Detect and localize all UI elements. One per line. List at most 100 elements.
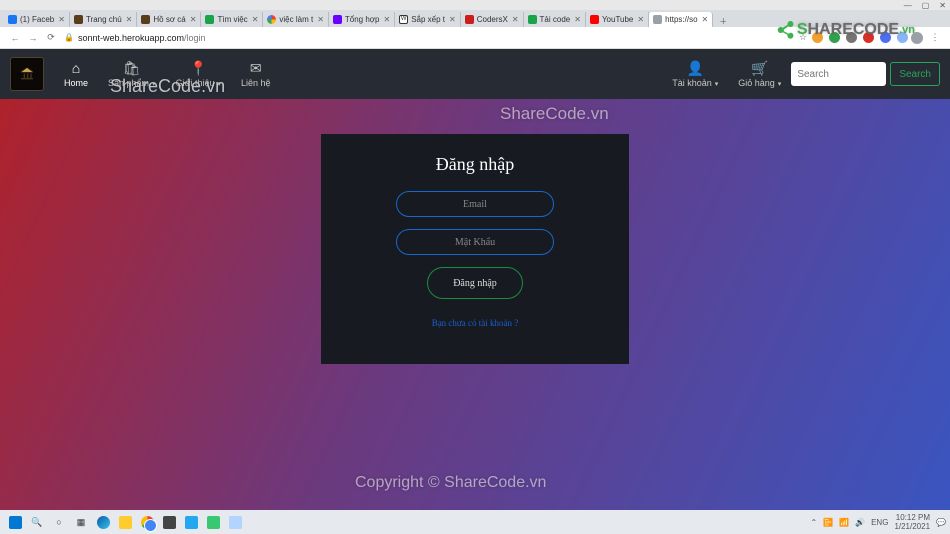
window-max-button[interactable]: ▢	[922, 1, 930, 10]
taskbar-app-unknown[interactable]	[204, 513, 222, 531]
signup-link[interactable]: Bạn chưa có tài khoản ?	[432, 318, 519, 328]
extension-icon[interactable]	[897, 32, 908, 43]
browser-tab[interactable]: Tổng hợp ✕	[329, 12, 395, 27]
tray-power-icon[interactable]: 📴	[823, 518, 833, 527]
browser-tab[interactable]: https://so ✕	[649, 12, 713, 27]
chevron-down-icon: ▾	[217, 81, 221, 88]
site-logo[interactable]	[10, 57, 44, 91]
nav-item-sản phẩm[interactable]: 🛍Sản phẩm▾	[108, 61, 156, 88]
taskbar-app-edge[interactable]	[94, 513, 112, 531]
extension-icon[interactable]	[880, 32, 891, 43]
nav-cart[interactable]: 🛒 Giỏ hàng▾	[738, 61, 781, 88]
tab-close-icon[interactable]: ✕	[702, 15, 709, 24]
tab-favicon: W	[399, 15, 408, 24]
nav-label: Liên hệ	[241, 78, 271, 88]
browser-tab[interactable]: Trang chú ✕	[70, 12, 137, 27]
tab-close-icon[interactable]: ✕	[190, 15, 197, 24]
tab-favicon	[333, 15, 342, 24]
tray-network-icon[interactable]: 📶	[839, 518, 849, 527]
url-host: sonnt-web.herokuapp.com	[78, 33, 184, 43]
tray-chevron-icon[interactable]: ⌃	[810, 518, 817, 527]
nav-icon: ⌂	[72, 61, 80, 76]
site-navbar: ⌂ Home 🛍Sản phẩm▾ 📍 Giới thiệu▾ ✉Liên hệ 👤 Tà…	[0, 49, 950, 99]
cortana-icon[interactable]: ○	[50, 513, 68, 531]
tab-label: Tìm việc	[217, 15, 247, 24]
windows-taskbar: 🔍 ○ ▦ ⌃ 📴 📶 🔊 ENG 10:12 PM 1/21/2021 💬	[0, 510, 950, 534]
tab-close-icon[interactable]: ✕	[252, 15, 259, 24]
taskbar-search-icon[interactable]: 🔍	[28, 513, 46, 531]
nav-reload-button[interactable]: ⟳	[45, 32, 57, 43]
tab-close-icon[interactable]: ✕	[574, 15, 581, 24]
window-close-button[interactable]: ✕	[939, 1, 946, 10]
browser-tab[interactable]: Tìm việc ✕	[201, 12, 263, 27]
notifications-icon[interactable]: 💬	[936, 518, 946, 527]
taskbar-app-unknown[interactable]	[226, 513, 244, 531]
extension-icon[interactable]	[846, 32, 857, 43]
cart-icon: 🛒	[751, 61, 768, 76]
window-min-button[interactable]: —	[904, 1, 912, 10]
tab-close-icon[interactable]: ✕	[126, 15, 133, 24]
extension-icon[interactable]	[812, 32, 823, 43]
search-button[interactable]: Search	[890, 62, 940, 86]
tab-label: Tổng hợp	[345, 15, 380, 24]
task-view-icon[interactable]: ▦	[72, 513, 90, 531]
tab-label: Sắp xếp t	[411, 15, 445, 24]
chevron-down-icon: ▾	[715, 81, 719, 88]
nav-back-button[interactable]: ←	[9, 33, 21, 43]
window-title-bar: — ▢ ✕	[0, 0, 950, 10]
search-form: Search	[791, 62, 940, 86]
search-input[interactable]	[791, 62, 886, 86]
watermark-text: ShareCode.vn	[500, 104, 609, 124]
address-bar[interactable]: sonnt-web.herokuapp.com/login	[78, 33, 794, 43]
nav-item-liên hệ[interactable]: ✉Liên hệ	[241, 61, 271, 88]
tab-close-icon[interactable]: ✕	[512, 15, 519, 24]
nav-item-giới thiệu[interactable]: 📍 Giới thiệu▾	[176, 61, 221, 88]
tab-close-icon[interactable]: ✕	[449, 15, 456, 24]
password-field[interactable]	[396, 229, 554, 255]
tab-label: CodersX	[477, 15, 508, 24]
extension-icon[interactable]	[863, 32, 874, 43]
profile-avatar[interactable]	[911, 32, 923, 44]
page-viewport: SHARECODE.vn ⌂Home🛍Sản phẩm▾📍Giới thiệu▾…	[0, 49, 950, 510]
tab-favicon	[653, 15, 662, 24]
browser-tab[interactable]: Tải code✕	[524, 12, 586, 27]
start-button[interactable]	[6, 513, 24, 531]
browser-tab[interactable]: việc làm t✕	[263, 12, 329, 27]
nav-label: Giới thiệu▾	[176, 78, 221, 88]
taskbar-app-explorer[interactable]	[116, 513, 134, 531]
tab-favicon	[465, 15, 474, 24]
nav-item-home[interactable]: ⌂ Home	[64, 61, 88, 88]
new-tab-button[interactable]: ＋	[713, 16, 733, 27]
taskbar-clock[interactable]: 10:12 PM 1/21/2021	[894, 513, 930, 531]
chevron-down-icon: ▾	[778, 81, 782, 88]
tray-language[interactable]: ENG	[871, 518, 888, 527]
extension-icon[interactable]	[829, 32, 840, 43]
taskbar-app-vscode[interactable]	[182, 513, 200, 531]
login-submit-button[interactable]: Đăng nhập	[427, 267, 523, 299]
tab-close-icon[interactable]: ✕	[384, 15, 391, 24]
taskbar-app-chrome[interactable]	[138, 513, 156, 531]
chrome-menu-button[interactable]: ⋮	[929, 32, 941, 43]
browser-tab[interactable]: WSắp xếp t ✕	[395, 12, 461, 27]
watermark-copyright: Copyright © ShareCode.vn	[355, 474, 546, 492]
browser-tab[interactable]: (1) Faceb✕	[4, 12, 70, 27]
browser-tab[interactable]: YouTube✕	[586, 12, 649, 27]
nav-label: Home	[64, 78, 88, 88]
tab-close-icon[interactable]: ✕	[317, 15, 324, 24]
tray-volume-icon[interactable]: 🔊	[855, 518, 865, 527]
bookmark-star-icon[interactable]: ☆	[797, 32, 809, 43]
nav-icon: 📍	[190, 61, 207, 76]
tab-favicon	[205, 15, 214, 24]
nav-forward-button[interactable]: →	[27, 33, 39, 43]
browser-tab[interactable]: Hồ sơ cá✕	[137, 12, 201, 27]
tab-close-icon[interactable]: ✕	[58, 15, 65, 24]
lock-icon: 🔒	[64, 33, 74, 42]
tab-close-icon[interactable]: ✕	[637, 15, 644, 24]
tab-label: Trang chú	[86, 15, 122, 24]
tab-favicon	[141, 15, 150, 24]
tab-label: https://so	[665, 15, 697, 24]
browser-tab[interactable]: CodersX ✕	[461, 12, 524, 27]
nav-account[interactable]: 👤 Tài khoản▾	[672, 61, 718, 88]
email-field[interactable]	[396, 191, 554, 217]
taskbar-app-unknown[interactable]	[160, 513, 178, 531]
